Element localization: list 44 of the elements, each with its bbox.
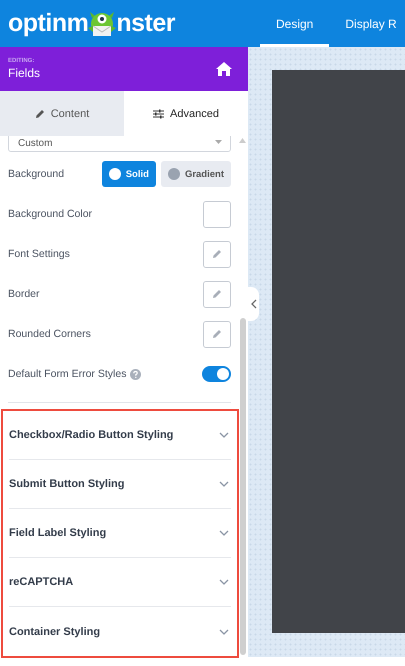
- scrollbar-thumb[interactable]: [240, 318, 246, 655]
- caret-icon: [215, 140, 222, 144]
- nav-tab[interactable]: Display R: [329, 0, 405, 47]
- panel-tab[interactable]: Content: [0, 91, 124, 136]
- home-icon[interactable]: [216, 62, 232, 76]
- setting-label: Default Form Error Styles: [8, 368, 126, 380]
- setting-label: Border: [8, 288, 40, 300]
- color-swatch[interactable]: [203, 200, 231, 228]
- edit-button[interactable]: [203, 280, 231, 308]
- setting-label: Font Settings: [8, 248, 70, 260]
- setting-label: Background Color: [8, 208, 92, 220]
- logo-text: optinm: [8, 9, 88, 38]
- edit-button[interactable]: [203, 320, 231, 348]
- pencil-icon: [212, 249, 222, 259]
- pencil-icon: [212, 289, 222, 299]
- chevron-icon: [219, 432, 229, 438]
- chevron-icon: [219, 530, 229, 536]
- monster-icon: [87, 10, 118, 38]
- accordion-item[interactable]: Checkbox/Radio Button Styling: [9, 411, 231, 460]
- setting-label: Background: [8, 168, 64, 180]
- option-button[interactable]: Gradient: [160, 161, 231, 187]
- circle-icon: [108, 168, 121, 180]
- help-icon[interactable]: [130, 368, 142, 380]
- collapse-handle[interactable]: [248, 287, 259, 321]
- gradient-circle-icon: [168, 168, 180, 180]
- option-button[interactable]: Solid: [102, 161, 156, 187]
- editing-title: Fields: [8, 66, 42, 80]
- setting-label: Rounded Corners: [8, 328, 91, 340]
- chevron-icon: [219, 481, 229, 487]
- scroll-up-icon[interactable]: [239, 138, 246, 143]
- chevron-icon: [219, 579, 229, 585]
- pencil-icon: [212, 329, 222, 339]
- toggle-switch[interactable]: [202, 366, 231, 382]
- logo-text: nster: [116, 9, 175, 38]
- dropdown-field[interactable]: Custom: [8, 136, 231, 152]
- pencil-icon: [34, 108, 45, 118]
- accordion-item[interactable]: Field Label Styling: [9, 509, 231, 558]
- accordion-item[interactable]: Container Styling: [9, 607, 231, 656]
- chevron-icon: [219, 628, 229, 634]
- accordion-item[interactable]: Submit Button Styling: [9, 460, 231, 509]
- accordion-item[interactable]: reCAPTCHA: [9, 558, 231, 607]
- edit-button[interactable]: [203, 240, 231, 268]
- chevron-left-icon: [250, 299, 256, 309]
- sliders-icon: [153, 108, 164, 118]
